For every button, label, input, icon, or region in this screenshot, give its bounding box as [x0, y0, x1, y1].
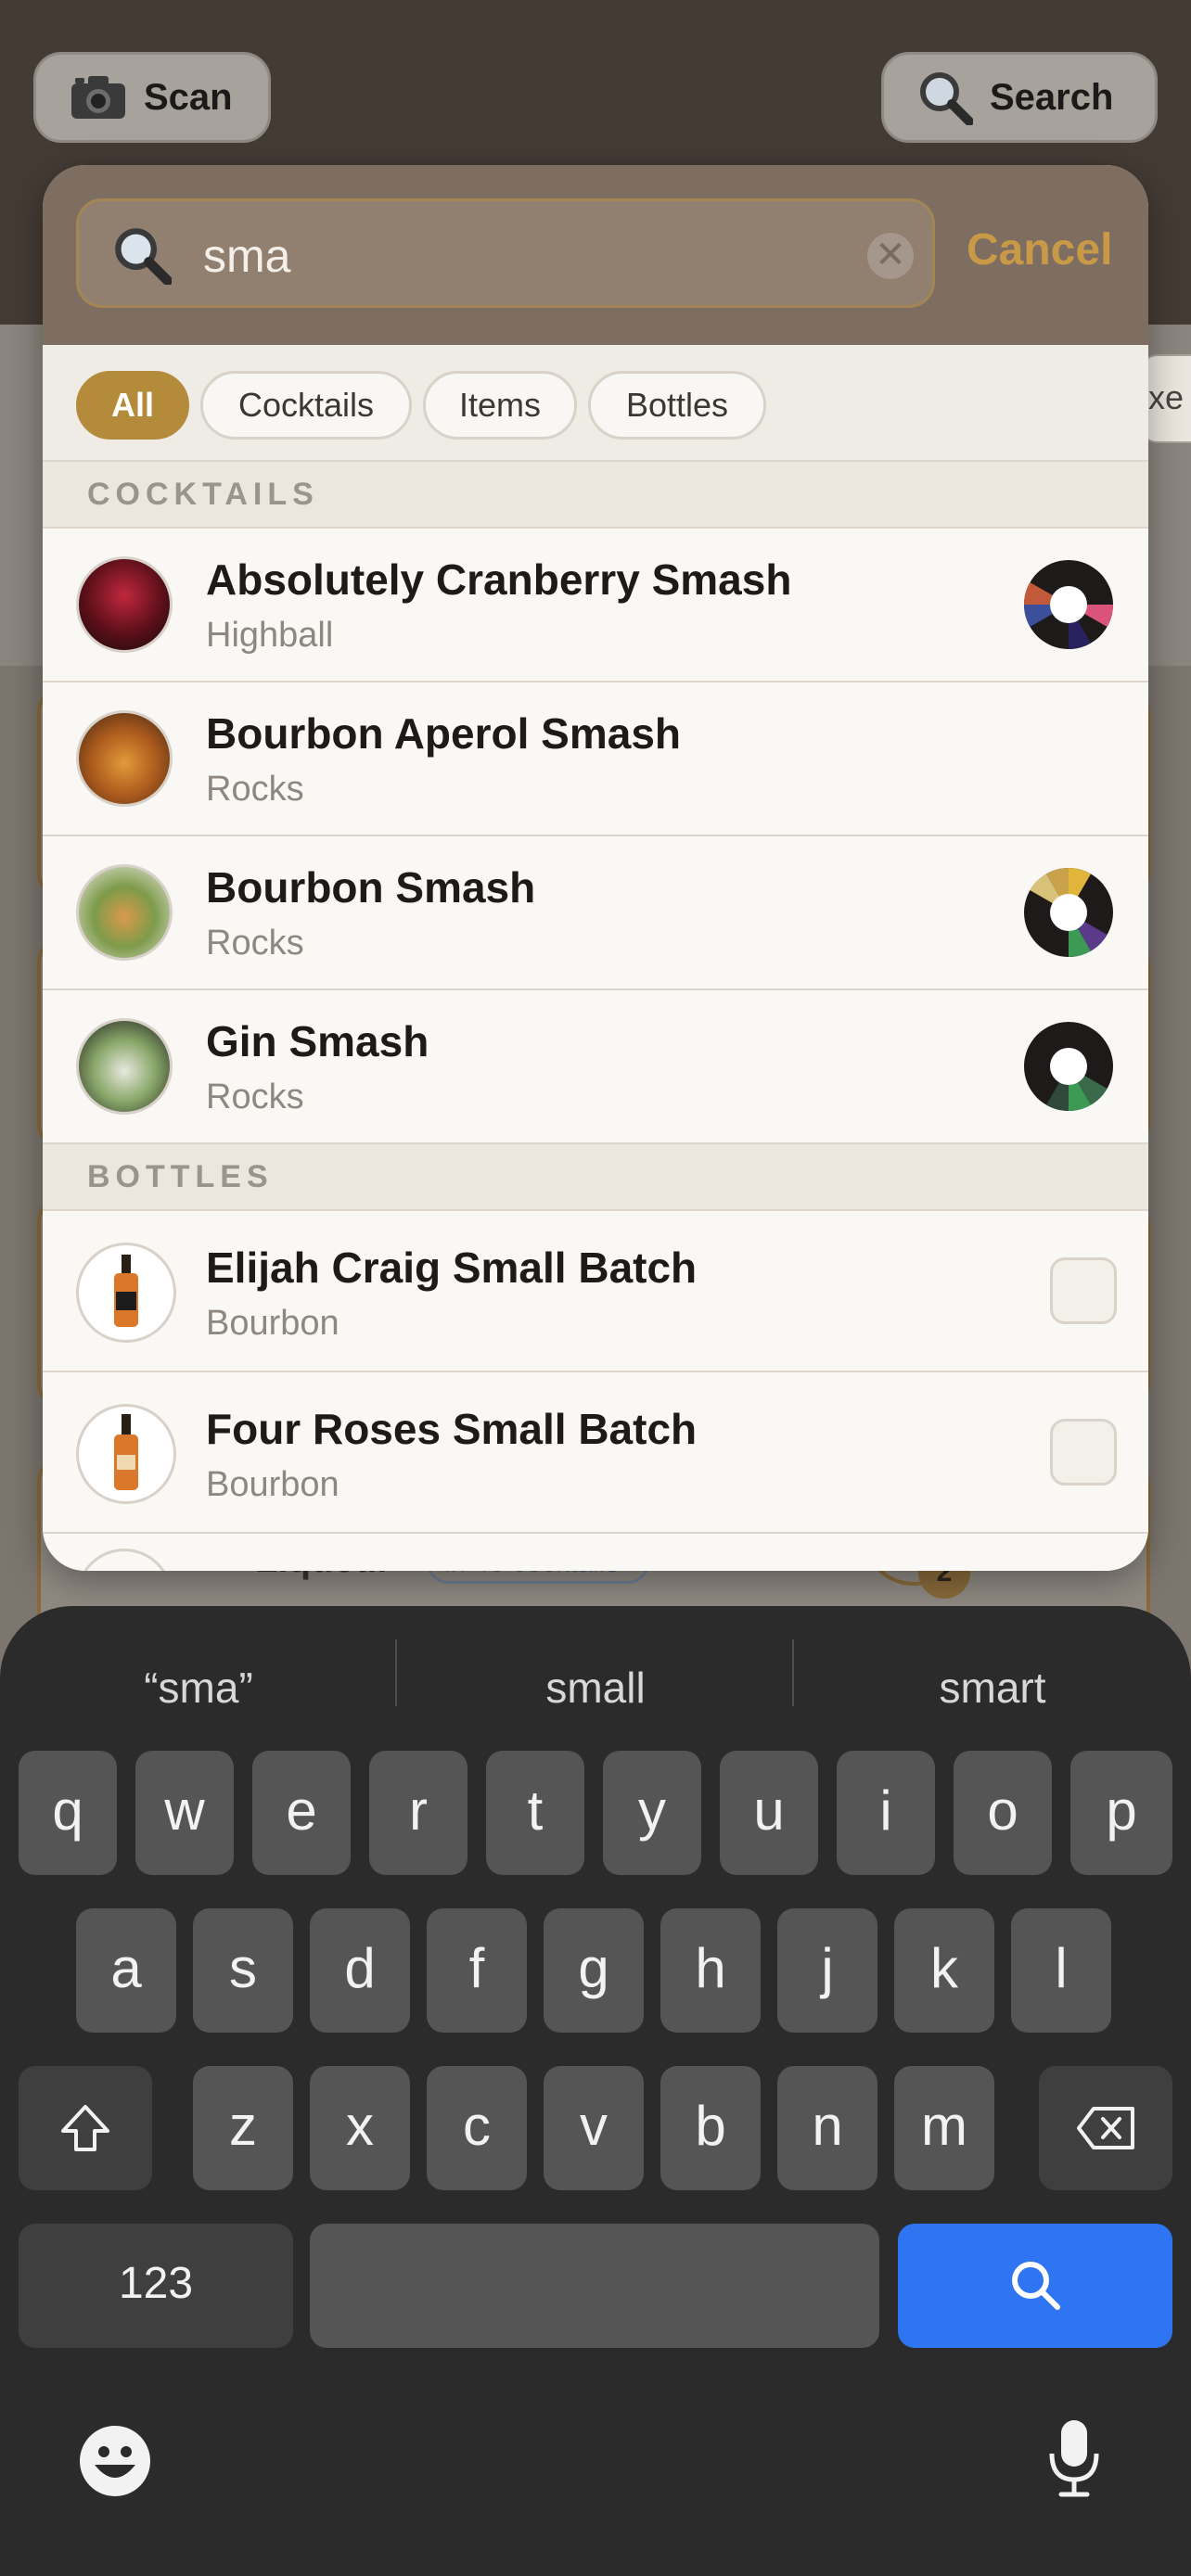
- cocktail-glass: Rocks: [206, 924, 304, 963]
- section-header-bottles: BOTTLES: [43, 1144, 1148, 1211]
- bottle-icon: [114, 1414, 138, 1490]
- partial-row: [43, 1534, 1148, 1571]
- key-p[interactable]: p: [1070, 1751, 1172, 1875]
- key-j[interactable]: j: [777, 1908, 877, 2033]
- key-c[interactable]: c: [427, 2066, 527, 2190]
- keyboard-search-key[interactable]: [898, 2224, 1172, 2348]
- key-n[interactable]: n: [777, 2066, 877, 2190]
- section-header-cocktails: COCKTAILS: [43, 462, 1148, 529]
- cocktail-name: Bourbon Smash: [206, 863, 536, 912]
- key-r[interactable]: r: [369, 1751, 467, 1875]
- key-v[interactable]: v: [544, 2066, 644, 2190]
- prediction-3[interactable]: smart: [794, 1643, 1191, 1732]
- camera-icon: [71, 76, 125, 119]
- key-x[interactable]: x: [310, 2066, 410, 2190]
- key-o[interactable]: o: [954, 1751, 1052, 1875]
- key-l[interactable]: l: [1011, 1908, 1111, 2033]
- filter-chips: All Cocktails Items Bottles: [43, 345, 1148, 462]
- cocktail-row[interactable]: Absolutely Cranberry Smash Highball: [43, 529, 1148, 682]
- key-z[interactable]: z: [193, 2066, 293, 2190]
- cocktail-name: Bourbon Aperol Smash: [206, 709, 681, 758]
- search-label: Search: [990, 76, 1114, 118]
- cocktail-thumbnail: [76, 710, 173, 807]
- cocktail-row[interactable]: Gin Smash Rocks: [43, 990, 1148, 1144]
- search-sheet: sma ✕ Cancel All Cocktails Items Bottles…: [43, 165, 1148, 1571]
- numbers-key[interactable]: 123: [19, 2224, 293, 2348]
- scan-label: Scan: [144, 76, 233, 118]
- search-icon: [1012, 2262, 1060, 2310]
- flavor-wheel-icon: [1024, 560, 1113, 649]
- cocktail-thumbnail: [76, 1018, 173, 1115]
- search-button[interactable]: Search: [881, 52, 1158, 143]
- key-k[interactable]: k: [894, 1908, 994, 2033]
- backspace-icon: [1077, 2107, 1134, 2149]
- shift-key[interactable]: [19, 2066, 152, 2190]
- bottle-type: Bourbon: [206, 1304, 339, 1343]
- clear-search-button[interactable]: ✕: [867, 233, 914, 279]
- keyboard: “sma” small smart q w e r t y u i o p a …: [0, 1606, 1191, 2576]
- search-header: sma ✕ Cancel: [43, 165, 1148, 345]
- space-key[interactable]: [310, 2224, 879, 2348]
- key-i[interactable]: i: [837, 1751, 935, 1875]
- background-chip-text: xe: [1148, 378, 1185, 416]
- bottle-name: Elijah Craig Small Batch: [206, 1243, 698, 1292]
- bottle-checkbox[interactable]: [1050, 1419, 1117, 1486]
- bottle-thumbnail: [76, 1243, 176, 1343]
- bottle-thumbnail: [76, 1404, 176, 1504]
- key-u[interactable]: u: [720, 1751, 818, 1875]
- search-input[interactable]: sma ✕: [76, 198, 935, 308]
- cocktail-glass: Highball: [206, 616, 334, 655]
- prediction-2[interactable]: small: [397, 1643, 794, 1732]
- bottle-icon: [114, 1255, 138, 1327]
- key-w[interactable]: w: [135, 1751, 234, 1875]
- bottle-row[interactable]: Elijah Craig Small Batch Bourbon: [43, 1211, 1148, 1372]
- key-a[interactable]: a: [76, 1908, 176, 2033]
- magnifier-icon: [920, 72, 973, 125]
- cocktail-glass: Rocks: [206, 1078, 304, 1116]
- search-query: sma: [203, 230, 291, 282]
- key-s[interactable]: s: [193, 1908, 293, 2033]
- cocktail-row[interactable]: Bourbon Aperol Smash Rocks: [43, 682, 1148, 836]
- filter-cocktails[interactable]: Cocktails: [200, 371, 412, 440]
- section-title: BOTTLES: [87, 1159, 274, 1194]
- key-h[interactable]: h: [660, 1908, 761, 2033]
- filter-all[interactable]: All: [76, 371, 189, 440]
- key-m[interactable]: m: [894, 2066, 994, 2190]
- flavor-wheel-icon: [1024, 1022, 1113, 1111]
- key-y[interactable]: y: [603, 1751, 701, 1875]
- shift-icon: [61, 2105, 109, 2151]
- cocktail-name: Absolutely Cranberry Smash: [206, 555, 792, 604]
- bottle-name: Four Roses Small Batch: [206, 1405, 698, 1453]
- filter-bottles[interactable]: Bottles: [588, 371, 766, 440]
- key-d[interactable]: d: [310, 1908, 410, 2033]
- bottle-thumbnail: [76, 1549, 173, 1571]
- cocktail-thumbnail: [76, 556, 173, 653]
- key-e[interactable]: e: [252, 1751, 351, 1875]
- bottle-checkbox[interactable]: [1050, 1257, 1117, 1324]
- key-q[interactable]: q: [19, 1751, 117, 1875]
- magnifier-icon: [115, 228, 172, 285]
- flavor-wheel-icon: [1024, 868, 1113, 957]
- bottle-row[interactable]: Four Roses Small Batch Bourbon: [43, 1372, 1148, 1534]
- key-g[interactable]: g: [544, 1908, 644, 2033]
- cocktail-glass: Rocks: [206, 770, 304, 809]
- cocktail-name: Gin Smash: [206, 1017, 429, 1065]
- filter-items[interactable]: Items: [423, 371, 577, 440]
- key-f[interactable]: f: [427, 1908, 527, 2033]
- key-b[interactable]: b: [660, 2066, 761, 2190]
- cancel-button[interactable]: Cancel: [967, 224, 1112, 275]
- scan-button[interactable]: Scan: [33, 52, 271, 143]
- cocktail-row[interactable]: Bourbon Smash Rocks: [43, 836, 1148, 990]
- key-t[interactable]: t: [486, 1751, 584, 1875]
- prediction-1[interactable]: “sma”: [0, 1643, 397, 1732]
- microphone-icon[interactable]: [1046, 2417, 1102, 2500]
- cocktail-thumbnail: [76, 864, 173, 961]
- section-title: COCKTAILS: [87, 477, 319, 512]
- backspace-key[interactable]: [1039, 2066, 1172, 2190]
- emoji-icon[interactable]: [78, 2424, 152, 2498]
- bottle-type: Bourbon: [206, 1465, 339, 1504]
